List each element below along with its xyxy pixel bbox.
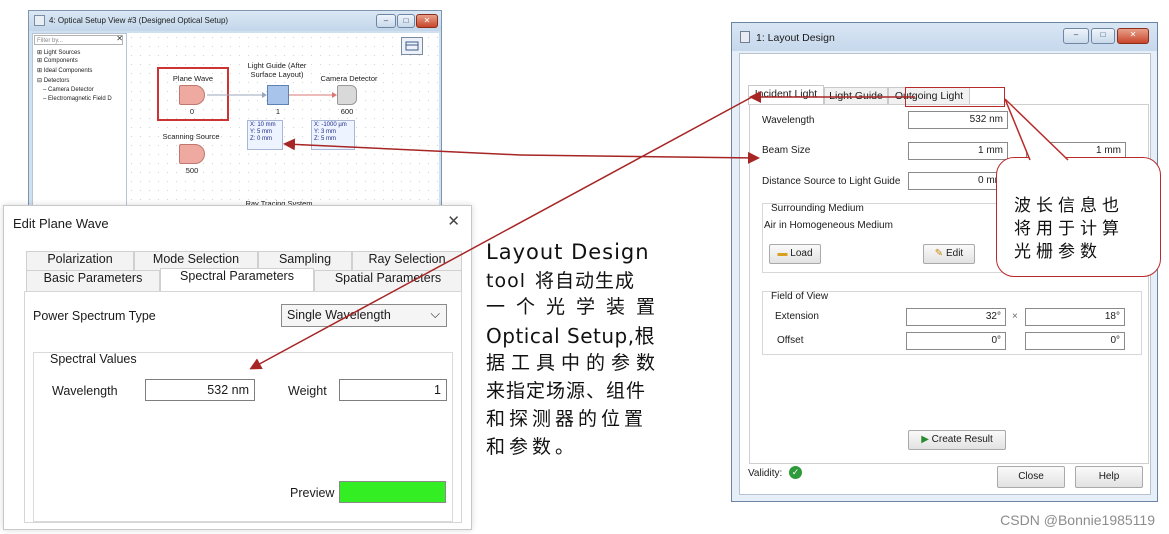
annotation-arrows: [249, 91, 1069, 370]
arrow-distance-right: [519, 151, 760, 164]
arrow-wavelength-left: [249, 96, 753, 370]
arrow-distance-left: [283, 138, 521, 156]
watermark: CSDN @Bonnie1985119: [1000, 512, 1155, 528]
